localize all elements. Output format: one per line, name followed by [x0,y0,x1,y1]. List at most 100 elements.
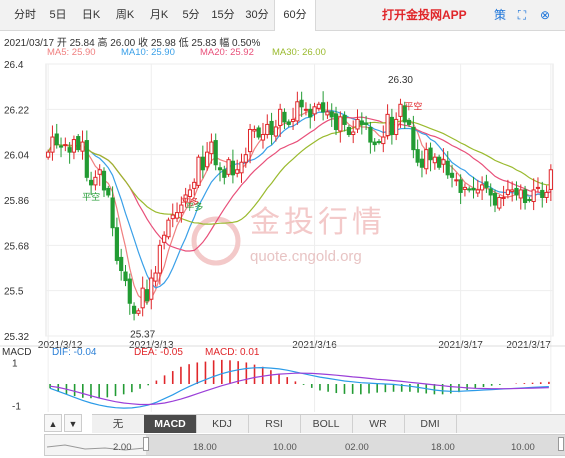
candle-body [299,99,304,108]
candle-body [484,181,489,188]
candle-body [192,181,197,189]
candle-body [514,187,519,196]
candle-body [174,212,180,219]
navigator-right-handle[interactable] [558,437,564,451]
high-label: 高 [97,38,108,49]
tab-3[interactable]: 周K [108,0,142,30]
candle-body [239,161,244,174]
candle-body [226,159,231,175]
candle-body [286,121,291,125]
tab-8[interactable]: 60分 [274,0,316,31]
y-tick-label: 26.04 [4,151,29,162]
tab-1[interactable]: 5日 [42,0,74,30]
candle-body [89,179,94,186]
candle-body [119,256,124,272]
candle-body [342,114,347,125]
tab-0[interactable]: 分时 [8,0,42,30]
y-tick-label: 26.4 [4,60,24,71]
kline-chart[interactable]: 26.426.2226.0425.8625.6825.525.322021/3/… [0,56,565,412]
candle-body [531,189,536,203]
y-tick-label: 25.86 [4,196,29,207]
indicator-tab-3[interactable]: RSI [248,415,301,433]
candle-body [428,147,433,161]
tab-4[interactable]: 月K [142,0,176,30]
candle-body [265,123,270,136]
candle-body [110,197,115,229]
candle-body [398,103,403,117]
candle-body [67,147,72,153]
macd-legend-item: DEA: -0.05 [134,347,183,358]
navigator-left-handle[interactable] [143,437,149,451]
candle-body [501,196,506,199]
navigator-tick: 10.00 [511,442,535,453]
candle-body [458,179,463,193]
scroll-up-button[interactable]: ▲ [44,414,62,432]
watermark-logo [191,216,241,266]
candle-body [205,151,210,168]
navigator-tick: 18.00 [193,442,217,453]
time-navigator[interactable]: 2.00 18.00 10.00 02.00 18.00 10.00 [44,434,565,456]
candle-body [359,120,364,125]
fullscreen-icon[interactable]: ⛶ [514,7,530,23]
close-icon[interactable]: ⊗ [537,7,553,23]
scroll-down-button[interactable]: ▼ [64,414,82,432]
candle-body [527,198,532,201]
candle-body [497,196,502,209]
candle-body [522,189,528,204]
candle-body [333,113,339,130]
candle-body [200,156,205,171]
indicator-tab-0[interactable]: 无 [92,415,145,433]
candle-body [492,192,498,206]
candle-body [162,234,167,243]
candle-body [149,277,154,300]
candle-body [50,136,55,153]
indicator-tab-1[interactable]: MACD [144,415,197,433]
candle-body [278,108,283,126]
candle-body [76,136,81,151]
strategy-icon[interactable]: 策 [492,7,508,23]
extreme-label: 26.30 [388,75,413,86]
tab-6[interactable]: 15分 [206,0,240,30]
open-app-link[interactable]: 打开金投网APP [382,0,467,30]
indicator-tab-2[interactable]: KDJ [196,415,249,433]
candle-body [419,158,425,168]
candle-body [80,141,85,152]
candle-body [535,186,541,189]
candle-body [101,170,107,191]
candle-body [140,287,145,309]
candle-body [123,271,128,282]
candle-body [213,140,218,166]
indicator-tabs: 无 MACD KDJ RSI BOLL WR DMI [92,414,565,433]
tab-5[interactable]: 5分 [176,0,206,30]
candle-body [449,172,455,178]
dea-line [50,372,549,406]
tab-2[interactable]: 日K [74,0,108,30]
period-toolbar: 分时 5日 日K 周K 月K 5分 15分 30分 60分 打开金投网APP 策 ⛶ ⊗ [0,0,565,31]
trade-marker: 平多 [185,201,203,213]
candle-body [256,127,261,138]
candle-body [406,119,412,125]
tab-7[interactable]: 30分 [240,0,274,30]
candle-body [166,219,171,238]
candle-body [325,111,330,116]
candle-body [544,191,549,198]
candle-body [230,160,236,176]
indicator-tab-4[interactable]: BOLL [300,415,353,433]
candle-body [376,141,382,144]
low-label: 低 [178,38,189,49]
indicator-tab-6[interactable]: DMI [404,415,457,433]
candle-body [480,184,485,191]
navigator-tick: 02.00 [345,442,369,453]
candle-body [462,186,468,190]
candle-body [222,169,227,178]
candle-body [144,289,150,302]
candle-body [243,154,248,163]
candle-body [454,179,459,182]
candle-body [290,118,296,122]
indicator-tab-5[interactable]: WR [352,415,405,433]
candle-body [153,272,158,282]
candle-body [217,167,223,171]
candle-body [467,188,472,191]
y-tick-label: 25.5 [4,287,24,298]
trade-marker: 平空 [82,191,100,203]
